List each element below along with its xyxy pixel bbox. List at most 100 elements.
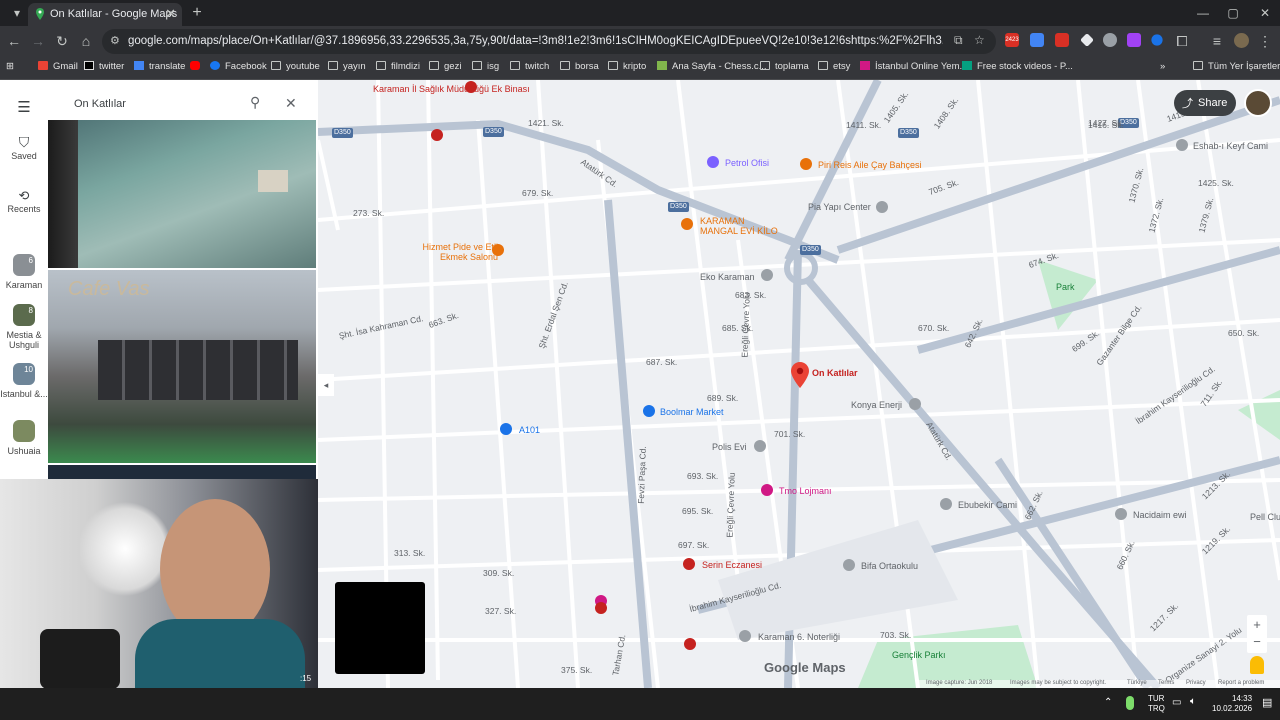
site-info-icon[interactable]: ⚙ — [110, 34, 120, 47]
bookmark-translate[interactable]: translate — [134, 61, 185, 72]
bookmark-youtube-red[interactable] — [190, 61, 205, 72]
shopping-icon[interactable] — [643, 405, 655, 417]
bookmark-twitch[interactable]: twitch — [510, 61, 549, 72]
place-label[interactable]: Pia Yapı Center — [808, 202, 871, 212]
bookmark-kripto[interactable]: kripto — [608, 61, 646, 72]
translate-ext-icon[interactable] — [1030, 33, 1044, 47]
hospital-icon[interactable] — [684, 638, 696, 650]
school-icon[interactable] — [843, 559, 855, 571]
search-box[interactable]: On Katlılar ⚲ ✕ — [60, 90, 310, 118]
footer-privacy[interactable]: Privacy — [1186, 680, 1206, 686]
building-icon[interactable] — [1115, 508, 1127, 520]
saved-button[interactable]: ⛉ Saved — [0, 134, 48, 161]
network-icon[interactable]: ▭ — [1172, 697, 1181, 708]
search-input[interactable]: On Katlılar — [74, 98, 126, 110]
place-label[interactable]: Polis Evi — [712, 442, 747, 452]
recent-place-istanbul[interactable]: 10 Istanbul &... — [0, 363, 48, 399]
media-controls-icon[interactable]: ≡ — [1208, 32, 1226, 50]
bookmark-filmdizi[interactable]: filmdizi — [376, 61, 420, 72]
restaurant-icon[interactable] — [492, 244, 504, 256]
hospital-icon[interactable] — [465, 81, 477, 93]
place-label[interactable]: Serin Eczanesi — [702, 560, 762, 570]
place-label[interactable]: Nacidaim ewi — [1133, 510, 1187, 520]
diamond-ext-icon[interactable] — [1080, 33, 1094, 47]
building-icon[interactable] — [754, 440, 766, 452]
address-bar[interactable]: ⚙ google.com/maps/place/On+Katlılar/@37.… — [102, 29, 996, 54]
place-label[interactable]: Boolmar Market — [660, 407, 724, 417]
cafe-icon[interactable] — [800, 158, 812, 170]
place-photo-3[interactable] — [48, 465, 316, 480]
bookmark-pexels[interactable]: Free stock videos - P... — [962, 61, 1073, 72]
place-label[interactable]: Bifa Ortaokulu — [861, 561, 918, 571]
browser-menu-icon[interactable]: ⋮ — [1256, 32, 1274, 50]
selected-place-pin-icon[interactable] — [791, 362, 809, 388]
store-icon[interactable] — [876, 201, 888, 213]
bookmark-borsa[interactable]: borsa — [560, 61, 599, 72]
place-label[interactable]: Eshab-ı Keyf Cami — [1193, 141, 1268, 151]
back-icon[interactable]: ← — [5, 32, 23, 50]
place-label[interactable]: Piri Reis Aile Çay Bahçesi — [818, 160, 922, 170]
clock[interactable]: 14:33 10.02.2026 — [1212, 694, 1252, 714]
place-label[interactable]: Gençlik Parkı — [892, 650, 946, 660]
bookmark-twitter[interactable]: twitter — [84, 61, 124, 72]
zoom-in-icon[interactable]: + — [1247, 615, 1267, 634]
collapse-panel-icon[interactable]: ◂ — [318, 374, 334, 396]
lodging-icon[interactable] — [761, 484, 773, 496]
place-photo-street[interactable] — [48, 120, 316, 268]
close-tab-icon[interactable]: ✕ — [165, 6, 176, 22]
tab-google-maps[interactable]: On Katlılar - Google Maps ✕ — [28, 3, 182, 26]
place-label[interactable]: Karaman İl Sağlık Müdürlüğü Ek Binası — [373, 84, 530, 94]
hospital-pin-icon[interactable] — [595, 602, 607, 614]
bookmark-star-icon[interactable]: ☆ — [974, 33, 985, 47]
place-label[interactable]: Hizmet Pide ve Etli Ekmek Salonu — [408, 242, 498, 262]
install-icon[interactable]: ⧉ — [954, 33, 963, 48]
forward-icon[interactable]: → — [29, 32, 47, 50]
bookmark-toplama[interactable]: toplama — [760, 61, 809, 72]
input-language[interactable]: TUR TRQ — [1148, 694, 1165, 714]
car-ext-icon[interactable] — [1103, 33, 1117, 47]
profile-avatar[interactable] — [1234, 33, 1249, 48]
bookmark-gmail[interactable]: Gmail — [38, 61, 78, 72]
recent-place-ushuaia[interactable]: Ushuaia — [0, 420, 48, 456]
bookmark-chess[interactable]: Ana Sayfa - Chess.c... — [657, 61, 767, 72]
place-label[interactable]: Ebubekir Cami — [958, 500, 1017, 510]
bookmark-yemek[interactable]: İstanbul Online Yem... — [860, 61, 967, 72]
mosque-icon[interactable] — [940, 498, 952, 510]
place-label[interactable]: Pell Club K — [1250, 512, 1280, 522]
building-icon[interactable] — [739, 630, 751, 642]
recent-place-karaman[interactable]: 6 Karaman — [0, 254, 48, 290]
close-search-icon[interactable]: ✕ — [285, 95, 297, 112]
home-icon[interactable]: ⌂ — [77, 32, 95, 50]
new-tab-icon[interactable]: + — [182, 3, 212, 23]
bookmark-yayin[interactable]: yayın — [328, 61, 366, 72]
search-icon[interactable]: ⚲ — [250, 94, 260, 111]
extension-badge-icon[interactable]: 2423 — [1005, 33, 1019, 47]
account-avatar[interactable] — [1244, 89, 1272, 117]
extensions-puzzle-icon[interactable]: ⧠ — [1173, 32, 1191, 50]
place-label[interactable]: KARAMAN MANGAL EVİ KİLO — [700, 216, 780, 236]
tray-chevron-icon[interactable]: ⌃ — [1104, 697, 1112, 708]
bookmark-gezi[interactable]: gezi — [429, 61, 461, 72]
bookmark-isg[interactable]: isg — [472, 61, 499, 72]
footer-report[interactable]: Report a problem — [1218, 680, 1264, 686]
shopping-icon[interactable] — [500, 423, 512, 435]
twitch-ext-icon[interactable] — [1127, 33, 1141, 47]
pegman-icon[interactable] — [1250, 656, 1264, 674]
map-canvas[interactable]: D350 D350 D350 D350 D350 D350 1421. Sk. … — [318, 80, 1280, 688]
bookmark-facebook[interactable]: Facebook — [210, 61, 267, 72]
store-icon[interactable] — [761, 269, 773, 281]
maximize-icon[interactable]: ▢ — [1218, 3, 1248, 23]
place-label[interactable]: Park — [1056, 282, 1075, 292]
notification-icon[interactable]: ▤ — [1262, 696, 1272, 709]
hospital-pin-icon[interactable] — [431, 129, 443, 141]
more-bookmarks-icon[interactable]: » — [1160, 61, 1165, 72]
zoom-out-icon[interactable]: − — [1247, 634, 1267, 653]
place-label[interactable]: Petrol Ofisi — [725, 158, 769, 168]
volume-icon[interactable]: 🔈︎ — [1190, 696, 1196, 707]
bookmark-youtube[interactable]: youtube — [271, 61, 320, 72]
share-button[interactable]: ⤴ Share — [1174, 90, 1236, 116]
microphone-icon[interactable] — [1126, 696, 1134, 710]
hamburger-menu-icon[interactable]: ☰ — [0, 98, 48, 116]
apps-grid-icon[interactable]: ⊞ — [6, 61, 14, 72]
gas-station-icon[interactable] — [707, 156, 719, 168]
